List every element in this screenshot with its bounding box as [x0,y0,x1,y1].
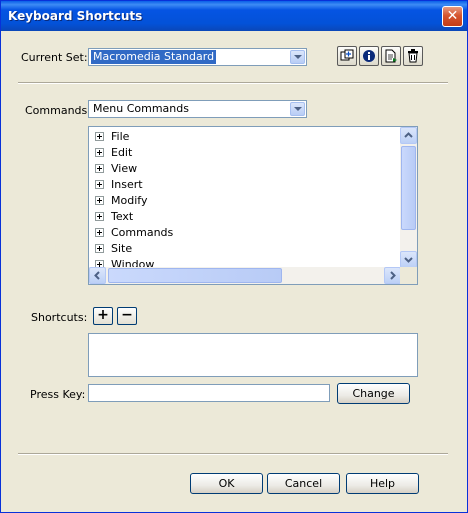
commands-tree[interactable]: File Edit View Insert Modify Text Comman… [88,126,418,285]
expand-icon[interactable] [95,164,104,173]
export-set-icon [385,49,397,63]
chevron-up-icon [404,132,413,138]
plus-icon: + [97,307,109,323]
cancel-button[interactable]: Cancel [267,473,340,494]
tree-item-label: File [111,130,130,143]
chevron-down-icon[interactable] [290,50,305,64]
keyboard-shortcuts-dialog: Keyboard Shortcuts ✕ Current Set: Macrom… [0,0,468,513]
export-set-button[interactable] [381,46,401,66]
vertical-scrollbar[interactable] [400,127,417,268]
ok-button[interactable]: OK [190,473,263,494]
add-shortcut-button[interactable]: + [93,307,113,325]
scroll-right-button[interactable] [384,267,401,284]
chevron-right-icon [390,271,396,280]
current-set-value: Macromedia Standard [91,50,217,64]
expand-icon[interactable] [95,212,104,221]
window-title: Keyboard Shortcuts [8,9,143,23]
scroll-corner [400,267,417,284]
duplicate-set-button[interactable] [337,46,357,66]
chevron-down-icon [404,257,413,263]
duplicate-set-icon [340,49,354,61]
tree-item-label: View [111,162,138,175]
rename-set-button[interactable] [359,46,379,66]
chevron-left-icon [94,271,100,280]
remove-shortcut-button[interactable]: − [117,307,137,325]
tree-item-label: Text [111,210,134,223]
shortcuts-label: Shortcuts: [31,311,88,324]
expand-icon[interactable] [95,196,104,205]
tree-item-label: Commands [111,226,174,239]
press-key-label: Press Key: [30,388,86,401]
horizontal-scroll-thumb[interactable] [108,268,282,283]
change-button[interactable]: Change [337,383,410,404]
commands-value: Menu Commands [93,102,189,115]
scroll-left-button[interactable] [89,267,106,284]
tree-item-label: Edit [111,146,133,159]
separator [18,453,448,455]
separator [18,82,448,84]
tree-item-label: Site [111,242,133,255]
title-bar[interactable]: Keyboard Shortcuts ✕ [1,1,467,31]
help-button[interactable]: Help [346,473,419,494]
tree-item-label: Modify [111,194,148,207]
current-set-dropdown[interactable]: Macromedia Standard [88,48,307,66]
tree-item-label: Insert [111,178,143,191]
scroll-down-button[interactable] [400,251,417,268]
vertical-scroll-thumb[interactable] [401,146,416,230]
horizontal-scrollbar[interactable] [89,267,401,284]
delete-set-button[interactable] [403,46,423,66]
minus-icon: − [121,307,133,323]
expand-icon[interactable] [95,228,104,237]
delete-set-icon [408,49,418,63]
expand-icon[interactable] [95,180,104,189]
shortcuts-list[interactable] [88,333,418,377]
info-icon [363,50,375,62]
expand-icon[interactable] [95,148,104,157]
commands-dropdown[interactable]: Menu Commands [88,100,307,118]
press-key-input[interactable] [88,384,330,402]
close-button[interactable]: ✕ [442,6,463,27]
commands-label: Commands: [25,104,91,117]
close-icon: ✕ [446,8,459,24]
expand-icon[interactable] [95,132,104,141]
current-set-label: Current Set: [21,51,88,64]
scroll-up-button[interactable] [400,127,417,144]
chevron-down-icon[interactable] [290,102,305,116]
expand-icon[interactable] [95,244,104,253]
